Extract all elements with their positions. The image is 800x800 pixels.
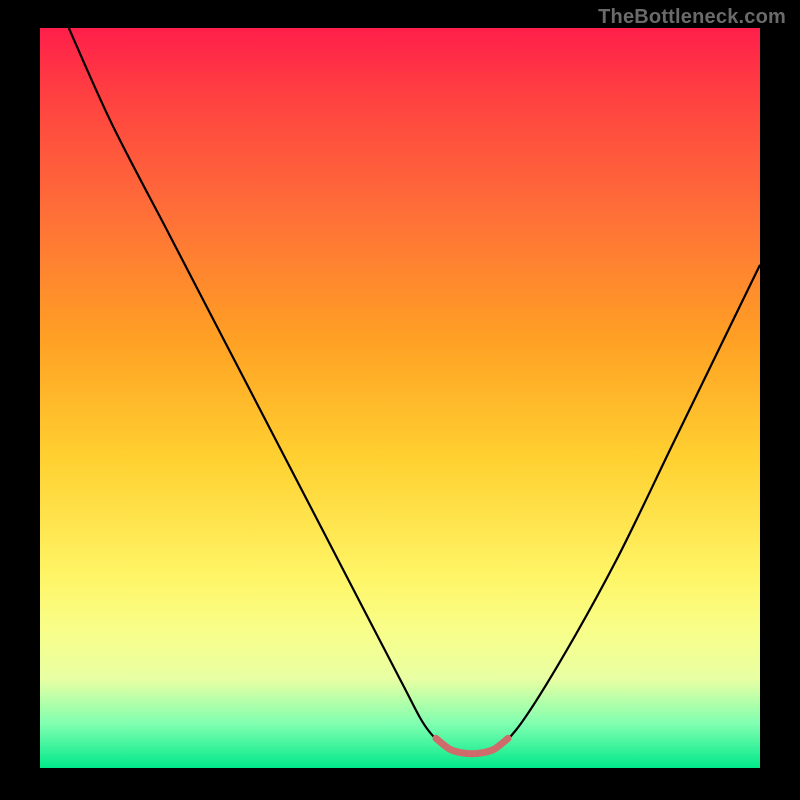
optimal-range-path (436, 738, 508, 753)
chart-svg (40, 28, 760, 768)
bottleneck-curve-path (69, 28, 760, 756)
watermark-text: TheBottleneck.com (598, 6, 786, 29)
chart-plot-area (40, 28, 760, 768)
